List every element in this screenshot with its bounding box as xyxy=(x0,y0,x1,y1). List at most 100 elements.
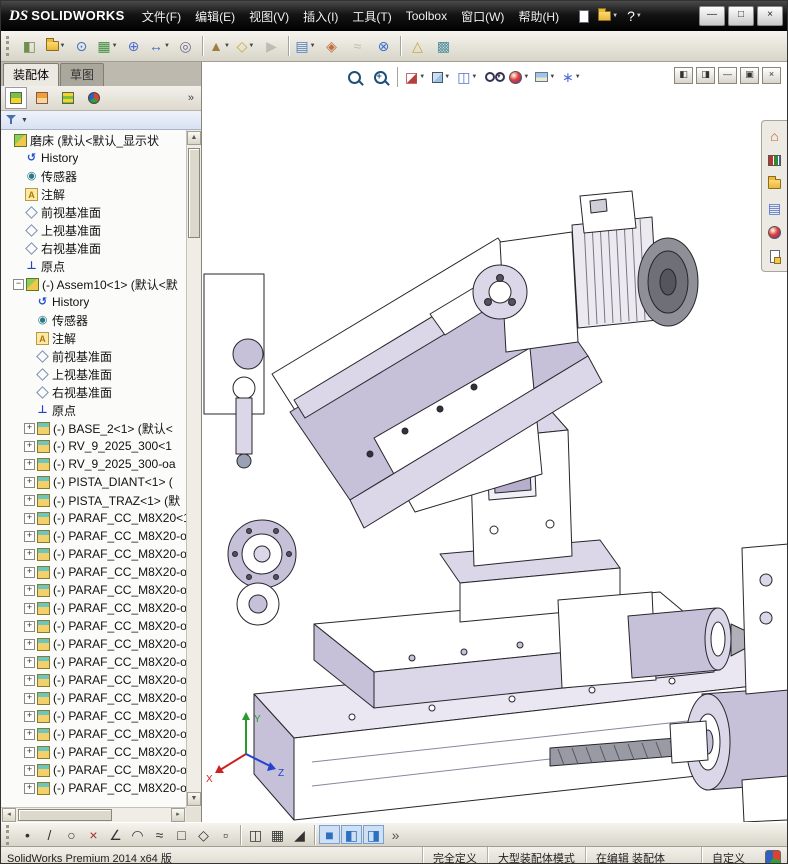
tree-item[interactable]: 原点 xyxy=(1,257,186,275)
scroll-left-icon[interactable]: ◂ xyxy=(2,808,16,822)
tree-item[interactable]: 前视基准面 xyxy=(1,347,186,365)
menu-view[interactable]: 视图(V) xyxy=(242,4,296,29)
tree-item[interactable]: History xyxy=(1,149,186,167)
apply-scene-button[interactable]: ▼ xyxy=(533,66,557,88)
tab-sketch[interactable]: 草图 xyxy=(60,63,105,86)
doc-restore-button[interactable]: ▣ xyxy=(740,67,759,84)
tree-item[interactable]: + (-) PARAF_CC_M8X20<1 xyxy=(1,509,186,527)
two-pane-view-button[interactable]: ◧ xyxy=(341,825,362,844)
expand-icon[interactable]: + xyxy=(24,422,35,434)
linear-component-pattern-button[interactable]: ▦ ▼ xyxy=(95,34,120,58)
hide-show-items-button[interactable]: ▼ xyxy=(481,66,505,88)
tree-item[interactable]: + (-) PARAF_CC_M8X20-o xyxy=(1,617,186,635)
tree-vertical-scrollbar[interactable]: ▲ ▼ xyxy=(186,130,201,807)
interference-detection-button[interactable]: ⊗ xyxy=(371,34,396,58)
close-button[interactable]: × xyxy=(757,6,783,26)
tree-item[interactable]: 上视基准面 xyxy=(1,221,186,239)
tree-item[interactable]: 注解 xyxy=(1,185,186,203)
zoom-to-area-button[interactable] xyxy=(368,66,392,88)
tree-item[interactable]: − (-) Assem10<1> (默认<默 xyxy=(1,275,186,293)
sketch-line-button[interactable]: / xyxy=(39,825,60,844)
tree-item[interactable]: + (-) PARAF_CC_M8X20-o xyxy=(1,725,186,743)
tree-item[interactable]: 上视基准面 xyxy=(1,365,186,383)
tree-item[interactable]: + (-) RV_9_2025_300<1 xyxy=(1,437,186,455)
expand-icon[interactable]: + xyxy=(24,710,35,722)
sketch-polygon-button[interactable]: ◇ xyxy=(193,825,214,844)
pane-left-button[interactable]: ◧ xyxy=(674,67,693,84)
display-style-button[interactable]: ◫ ▼ xyxy=(455,66,479,88)
view-settings-button[interactable]: ∗ ▼ xyxy=(559,66,583,88)
expand-icon[interactable]: + xyxy=(24,548,35,560)
expand-icon[interactable]: + xyxy=(24,620,35,632)
expand-icon[interactable]: + xyxy=(24,440,35,452)
sketch-erase-button[interactable]: × xyxy=(83,825,104,844)
tree-item[interactable]: + (-) PARAF_CC_M8X20-o xyxy=(1,707,186,725)
mate-button[interactable]: ⊙ xyxy=(69,34,94,58)
tree-item[interactable]: + (-) PARAF_CC_M8X20-o xyxy=(1,671,186,689)
design-library-button[interactable] xyxy=(763,148,786,172)
tree-item[interactable]: + (-) PARAF_CC_M8X20-o xyxy=(1,545,186,563)
scroll-up-icon[interactable]: ▲ xyxy=(187,131,201,145)
sketch-arc-button[interactable]: ◠ xyxy=(127,825,148,844)
tree-horizontal-scrollbar[interactable]: ◂ ▸ xyxy=(1,807,186,822)
smart-fasteners-button[interactable]: ⊕ xyxy=(121,34,146,58)
menu-edit[interactable]: 编辑(E) xyxy=(188,4,242,29)
expand-icon[interactable]: + xyxy=(24,728,35,740)
toolbar-options-button[interactable]: » xyxy=(385,825,406,844)
expand-icon[interactable]: + xyxy=(24,602,35,614)
featuremanager-tab[interactable] xyxy=(5,87,27,109)
custom-properties-button[interactable] xyxy=(763,244,786,268)
displaymanager-tab[interactable] xyxy=(83,87,105,109)
mirror-entities-button[interactable]: ◫ xyxy=(245,825,266,844)
sketch-spline-button[interactable]: ≈ xyxy=(149,825,170,844)
tree-item[interactable]: 右视基准面 xyxy=(1,383,186,401)
tab-assembly[interactable]: 装配体 xyxy=(3,63,60,86)
menu-toolbox[interactable]: Toolbox xyxy=(399,5,454,27)
sketch-rectangle-button[interactable]: □ xyxy=(171,825,192,844)
filter-funnel-icon[interactable] xyxy=(6,114,17,126)
instant3d-button[interactable]: △ xyxy=(405,34,430,58)
pane-right-button[interactable]: ◨ xyxy=(696,67,715,84)
doc-minimize-button[interactable]: — xyxy=(718,67,737,84)
section-view-button[interactable]: ◪ ▼ xyxy=(403,66,427,88)
menu-insert[interactable]: 插入(I) xyxy=(296,4,345,29)
expand-icon[interactable]: + xyxy=(24,782,35,794)
bill-of-materials-button[interactable]: ▤ ▼ xyxy=(293,34,318,58)
tree-item[interactable]: + (-) PARAF_CC_M8X20-o xyxy=(1,563,186,581)
split-view-button[interactable]: ◨ xyxy=(363,825,384,844)
scroll-down-icon[interactable]: ▼ xyxy=(187,792,201,806)
sketch-trim-button[interactable]: ▫ xyxy=(215,825,236,844)
menu-file[interactable]: 文件(F) xyxy=(135,4,188,29)
expand-icon[interactable]: + xyxy=(24,764,35,776)
configurationmanager-tab[interactable] xyxy=(57,87,79,109)
tree-item[interactable]: 传感器 xyxy=(1,311,186,329)
zoom-to-fit-button[interactable] xyxy=(342,66,366,88)
scroll-right-icon[interactable]: ▸ xyxy=(171,808,185,822)
tree-item[interactable]: 磨床 (默认<默认_显示状 xyxy=(1,131,186,149)
model-canvas[interactable]: Y X Z xyxy=(202,62,787,822)
exploded-view-button[interactable]: ◈ xyxy=(319,34,344,58)
edit-component-button[interactable]: ◧ xyxy=(17,34,42,58)
tree-item[interactable]: + (-) RV_9_2025_300-oa xyxy=(1,455,186,473)
tree-item[interactable]: 原点 xyxy=(1,401,186,419)
tree-item[interactable]: 传感器 xyxy=(1,167,186,185)
move-component-button[interactable]: ↔ ▼ xyxy=(147,34,172,58)
tree-item[interactable]: History xyxy=(1,293,186,311)
help-button[interactable]: ? ▼ xyxy=(624,7,645,25)
tree-item[interactable]: + (-) PARAF_CC_M8X20-o xyxy=(1,761,186,779)
menu-window[interactable]: 窗口(W) xyxy=(454,4,511,29)
vertical-scroll-thumb[interactable] xyxy=(188,148,200,238)
expand-icon[interactable]: + xyxy=(24,584,35,596)
tree-item[interactable]: 前视基准面 xyxy=(1,203,186,221)
tree-item[interactable]: + (-) PARAF_CC_M8X20-o xyxy=(1,743,186,761)
tree-item[interactable]: + (-) PARAF_CC_M8X20-o xyxy=(1,599,186,617)
filter-dropdown-arrow-icon[interactable]: ▼ xyxy=(21,117,28,124)
tree-item[interactable]: + (-) PARAF_CC_M8X20-o xyxy=(1,527,186,545)
doc-close-button[interactable]: × xyxy=(762,67,781,84)
view-orientation-button[interactable]: ▼ xyxy=(429,66,453,88)
solidworks-resources-button[interactable]: ⌂ xyxy=(763,124,786,148)
expand-icon[interactable]: + xyxy=(24,566,35,578)
maximize-button[interactable]: □ xyxy=(728,6,754,26)
tree-item[interactable]: + (-) PARAF_CC_M8X20-o xyxy=(1,581,186,599)
propertymanager-tab[interactable] xyxy=(31,87,53,109)
